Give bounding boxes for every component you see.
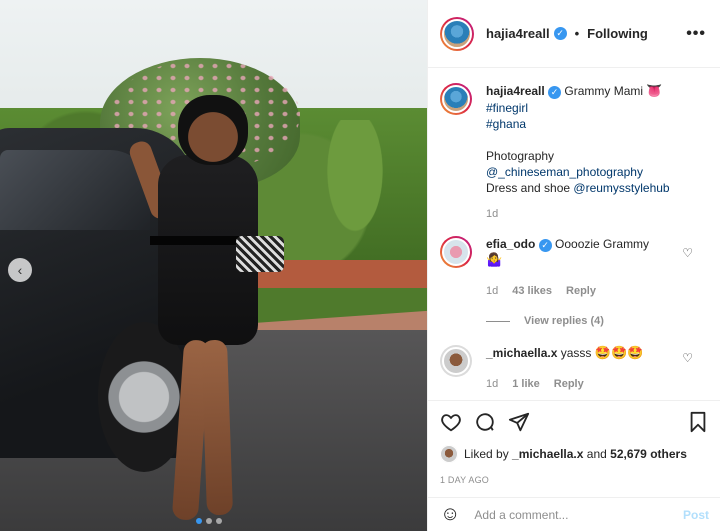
comments-section: hajia4reall ✓ Grammy Mami 👅 #finegirl #g… [428,69,720,399]
replies-divider-line [486,320,510,322]
caption-text: Grammy Mami [564,84,644,98]
comment-likes-link[interactable]: 1 like [512,376,540,392]
comment-meta: 1d 1 like Reply [486,376,643,392]
credits-heading: Photography [486,149,555,163]
emoji-picker-icon[interactable]: ☺ [440,503,460,526]
likes-summary: Liked by _michaella.x and 52,679 others [440,445,709,463]
shrug-emoji-icon: 🤷‍♀️ [486,253,503,268]
carousel-dot [196,518,202,524]
comment-time: 1d [486,378,499,390]
photo-woman-belt [150,236,240,245]
post-header: hajia4reall ✓ • Following ••• [428,0,720,68]
commenter-avatar[interactable] [440,236,472,268]
comment-likes-link[interactable]: 43 likes [512,283,552,299]
share-send-icon[interactable] [508,411,530,433]
verified-badge-icon: ✓ [548,85,562,99]
carousel-prev-button[interactable]: ‹ [8,258,32,282]
photo-car-window [0,150,150,230]
caption-username[interactable]: hajia4reall [486,84,545,98]
post-comment-button[interactable]: Post [683,508,709,522]
comment-item: _michaella.x yasss 🤩🤩🤩 1d 1 like Reply ♡ [440,345,709,392]
more-options-icon[interactable]: ••• [686,25,706,43]
liker-username[interactable]: _michaella.x [512,447,583,461]
comment-username[interactable]: _michaella.x [486,346,557,360]
caption-meta: 1d [486,206,670,222]
comment-item: efia_odo ✓ Oooozie Grammy 🤷‍♀️ 1d 43 lik… [440,236,709,299]
reply-button[interactable]: Reply [566,283,596,299]
view-replies-label: View replies (4) [524,315,604,327]
view-replies-button[interactable]: View replies (4) [486,315,709,327]
verified-badge-icon: ✓ [553,27,567,40]
like-comment-heart-icon[interactable]: ♡ [682,246,693,260]
author-username[interactable]: hajia4reall [486,26,550,41]
commenter-avatar[interactable] [440,345,472,377]
author-avatar[interactable] [440,16,474,51]
author-info: hajia4reall ✓ • Following [486,26,648,41]
stylist-tag-link[interactable]: @reumysstylehub [573,181,669,195]
photographer-tag-link[interactable]: @_chineseman_photography [486,165,643,179]
caption-body: hajia4reall ✓ Grammy Mami 👅 #finegirl #g… [486,83,670,222]
comment-meta: 1d 43 likes Reply [486,283,649,299]
tongue-emoji-icon: 👅 [646,84,663,99]
likes-count-link[interactable]: 52,679 others [610,447,687,461]
following-button[interactable]: Following [587,26,648,41]
dress-credit-text: Dress and shoe [486,181,571,195]
photo-handbag [236,236,284,272]
photo-woman-head [178,95,248,165]
comment-body: efia_odo ✓ Oooozie Grammy 🤷‍♀️ 1d 43 lik… [486,236,649,299]
add-comment-bar: ☺ Post [428,497,720,531]
post-timestamp[interactable]: 1 DAY AGO [440,475,709,485]
action-icons [440,411,709,433]
separator-dot: • [574,26,580,41]
liker-avatar[interactable] [440,445,458,463]
like-heart-icon[interactable] [440,411,462,433]
comment-input[interactable] [474,507,683,522]
comment-text: yasss [560,346,592,360]
comment-text: Oooozie Grammy [555,237,650,251]
post-actions: Liked by _michaella.x and 52,679 others … [428,400,720,508]
likes-prefix: Liked by [464,447,509,461]
hashtag-link[interactable]: #finegirl [486,101,528,115]
post-sidebar: hajia4reall ✓ • Following ••• hajia4real… [427,0,720,531]
verified-badge-icon: ✓ [538,238,552,252]
star-eyes-emoji-icon: 🤩🤩🤩 [594,346,644,361]
comment-username[interactable]: efia_odo [486,237,535,251]
likes-middle: and [586,447,607,461]
post-photo[interactable]: ‹ [0,0,427,531]
comment-bubble-icon[interactable] [474,411,496,433]
caption-time: 1d [486,208,499,220]
bookmark-save-icon[interactable] [687,411,709,433]
likes-text: Liked by _michaella.x and 52,679 others [464,447,687,461]
reply-button[interactable]: Reply [554,376,584,392]
hashtag-link[interactable]: #ghana [486,117,526,131]
chevron-left-icon: ‹ [17,262,23,278]
author-avatar[interactable] [440,83,472,115]
comment-time: 1d [486,285,499,297]
carousel-dot [206,518,212,524]
caption: hajia4reall ✓ Grammy Mami 👅 #finegirl #g… [440,83,709,222]
carousel-indicator [196,518,222,524]
like-comment-heart-icon[interactable]: ♡ [682,351,693,365]
carousel-dot [216,518,222,524]
comment-body: _michaella.x yasss 🤩🤩🤩 1d 1 like Reply [486,345,643,392]
